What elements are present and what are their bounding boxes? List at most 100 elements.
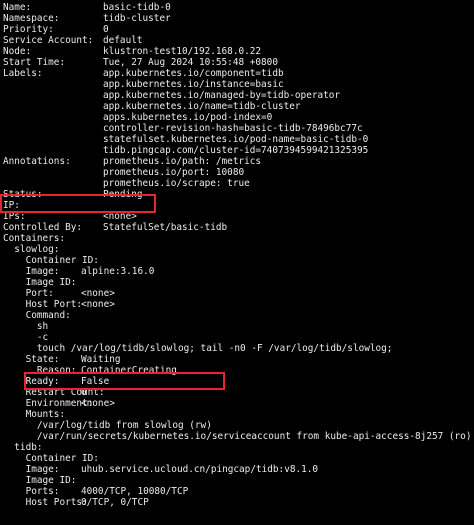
field-value: <none> <box>81 288 115 299</box>
field-value: app.kubernetes.io/instance=basic <box>103 79 284 90</box>
field-key: /var/run/secrets/kubernetes.io/serviceac… <box>3 431 472 442</box>
terminal-line: Environment: <none> <box>3 398 473 409</box>
terminal-line: Labels: app.kubernetes.io/component=tidb <box>3 68 473 79</box>
terminal-line: Command: <box>3 310 473 321</box>
field-value: klustron-test10/192.168.0.22 <box>103 46 262 57</box>
terminal-line: controller-revision-hash=basic-tidb-7849… <box>3 123 473 134</box>
field-key: Containers: <box>3 233 66 244</box>
field-value: app.kubernetes.io/component=tidb <box>103 68 284 79</box>
field-key: Image ID: <box>3 475 77 486</box>
terminal-line: Start Time: Tue, 27 Aug 2024 10:55:48 +08… <box>3 57 473 68</box>
terminal-line: sh <box>3 321 473 332</box>
field-value: 0/TCP, 0/TCP <box>81 497 149 508</box>
terminal-line: Containers: <box>3 233 473 244</box>
terminal-line: Container ID: <box>3 453 473 464</box>
field-value: Tue, 27 Aug 2024 10:55:48 +0800 <box>103 57 278 68</box>
field-key: tidb: <box>3 442 43 453</box>
terminal-line: Status: Pending <box>3 189 473 200</box>
field-key: Reason: <box>3 365 77 376</box>
field-key: Image: <box>3 464 60 475</box>
terminal-line: Image ID: <box>3 475 473 486</box>
terminal-line: Image: alpine:3.16.0 <box>3 266 473 277</box>
field-value: prometheus.io/port: 10080 <box>103 167 245 178</box>
terminal-line: app.kubernetes.io/instance=basic <box>3 79 473 90</box>
field-key: Image: <box>3 266 60 277</box>
field-key: Priority: <box>3 24 54 35</box>
field-value: 0 <box>81 387 87 398</box>
field-key: touch /var/log/tidb/slowlog; tail -n0 -F… <box>3 343 393 354</box>
field-key: Mounts: <box>3 409 66 420</box>
field-key: sh <box>3 321 49 332</box>
field-key: Service Account: <box>3 35 94 46</box>
field-value: basic-tidb-0 <box>103 2 171 13</box>
terminal-line: tidb.pingcap.com/cluster-id=740739459942… <box>3 145 473 156</box>
terminal-line: /var/log/tidb from slowlog (rw) <box>3 420 473 431</box>
field-value: StatefulSet/basic-tidb <box>103 222 228 233</box>
terminal-output: Name: basic-tidb-0 Namespace: tidb-cluster P… <box>3 2 473 523</box>
terminal-line: apps.kubernetes.io/pod-index=0 <box>3 112 473 123</box>
field-value: controller-revision-hash=basic-tidb-7849… <box>103 123 363 134</box>
field-value: uhub.service.ucloud.cn/pingcap/tidb:v8.1… <box>81 464 319 475</box>
field-value: app.kubernetes.io/managed-by=tidb-operat… <box>103 90 341 101</box>
terminal-line: /var/run/secrets/kubernetes.io/serviceac… <box>3 431 473 442</box>
field-value: app.kubernetes.io/name=tidb-cluster <box>103 101 301 112</box>
field-key: Container ID: <box>3 255 99 266</box>
terminal-line: Container ID: <box>3 255 473 266</box>
field-value: prometheus.io/scrape: true <box>103 178 250 189</box>
terminal-line: prometheus.io/port: 10080 <box>3 167 473 178</box>
field-key: Name: <box>3 2 32 13</box>
terminal-line: touch /var/log/tidb/slowlog; tail -n0 -F… <box>3 343 473 354</box>
field-value: <none> <box>81 398 115 409</box>
field-key: State: <box>3 354 60 365</box>
field-value: prometheus.io/path: /metrics <box>103 156 262 167</box>
terminal-line: Name: basic-tidb-0 <box>3 2 473 13</box>
terminal-line: Image ID: <box>3 277 473 288</box>
terminal-line: Ports: 4000/TCP, 10080/TCP <box>3 486 473 497</box>
field-key: Controlled By: <box>3 222 83 233</box>
field-key: IP: <box>3 200 20 211</box>
terminal-line: Ready: False <box>3 376 473 387</box>
field-key: IPs: <box>3 211 26 222</box>
terminal-line: app.kubernetes.io/managed-by=tidb-operat… <box>3 90 473 101</box>
terminal-line: Host Ports: 0/TCP, 0/TCP <box>3 497 473 508</box>
field-key: Start Time: <box>3 57 66 68</box>
field-key: Image ID: <box>3 277 77 288</box>
field-key: Labels: <box>3 68 43 79</box>
terminal-line: Namespace: tidb-cluster <box>3 13 473 24</box>
field-value: Waiting <box>81 354 121 365</box>
terminal-line: slowlog: <box>3 244 473 255</box>
field-value: ContainerCreating <box>81 365 177 376</box>
field-value: 4000/TCP, 10080/TCP <box>81 486 189 497</box>
field-value: tidb.pingcap.com/cluster-id=740739459942… <box>103 145 369 156</box>
terminal-line: Service Account: default <box>3 35 473 46</box>
field-key: Port: <box>3 288 54 299</box>
terminal-line: app.kubernetes.io/name=tidb-cluster <box>3 101 473 112</box>
field-key: Namespace: <box>3 13 60 24</box>
terminal-line: IPs: <none> <box>3 211 473 222</box>
terminal-line: Node: klustron-test10/192.168.0.22 <box>3 46 473 57</box>
field-key: Status: <box>3 189 43 200</box>
terminal-line: Image: uhub.service.ucloud.cn/pingcap/tid… <box>3 464 473 475</box>
field-key: Container ID: <box>3 453 99 464</box>
field-value: statefulset.kubernetes.io/pod-name=basic… <box>103 134 369 145</box>
field-value: Pending <box>103 189 143 200</box>
terminal-line: prometheus.io/scrape: true <box>3 178 473 189</box>
field-value: apps.kubernetes.io/pod-index=0 <box>103 112 273 123</box>
field-key: /var/log/tidb from slowlog (rw) <box>3 420 212 431</box>
field-key: -c <box>3 332 49 343</box>
terminal-line: -c <box>3 332 473 343</box>
terminal-line: Host Port: <none> <box>3 299 473 310</box>
field-key: slowlog: <box>3 244 60 255</box>
field-key: Environment: <box>3 398 94 409</box>
field-key: Command: <box>3 310 71 321</box>
field-key: Node: <box>3 46 32 57</box>
field-value: alpine:3.16.0 <box>81 266 155 277</box>
terminal-line: Reason: ContainerCreating <box>3 365 473 376</box>
field-value: 0 <box>103 24 109 35</box>
field-key: Ports: <box>3 486 60 497</box>
terminal-line: Controlled By: StatefulSet/basic-tidb <box>3 222 473 233</box>
terminal-line: Restart Count: 0 <box>3 387 473 398</box>
terminal-line: State: Waiting <box>3 354 473 365</box>
field-value: False <box>81 376 110 387</box>
field-value: <none> <box>103 211 137 222</box>
